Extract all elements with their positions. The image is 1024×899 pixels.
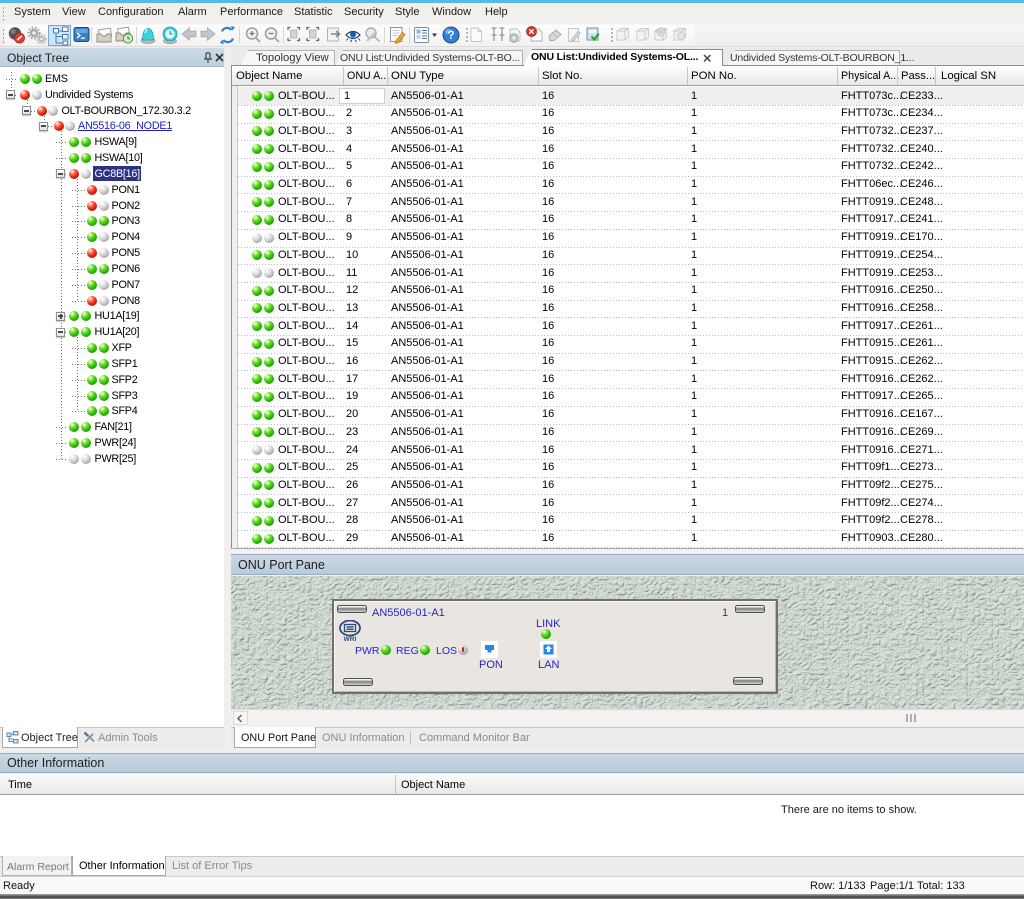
svg-text:?: ? xyxy=(447,30,454,42)
svg-text:WRI: WRI xyxy=(344,636,357,642)
